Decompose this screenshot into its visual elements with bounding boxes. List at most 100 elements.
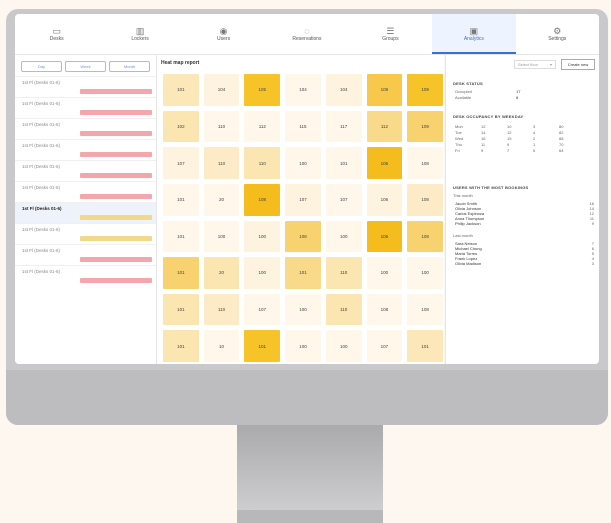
floor-row[interactable]: 1st Fl (Desks 01-6) <box>15 202 156 223</box>
tab-analytics[interactable]: ▣ Analytics <box>432 14 516 54</box>
summary-title: DESK STATUS <box>453 81 483 86</box>
users-group2-label: Last month <box>453 233 473 238</box>
desk-cell[interactable]: 106 <box>366 220 403 253</box>
desk-cell[interactable]: 104 <box>325 74 362 106</box>
floor-row[interactable]: 1st Fl (Desks 01-6) <box>15 97 156 118</box>
desk-cell[interactable]: 104 <box>285 74 321 106</box>
desk-cell[interactable]: 109 <box>407 110 443 143</box>
desk-cell[interactable]: 107 <box>325 183 362 216</box>
desk-cell[interactable]: 20 <box>203 257 240 289</box>
desk-cell[interactable]: 101 <box>407 330 443 362</box>
desk-cell[interactable]: 108 <box>366 293 403 326</box>
desk-cell[interactable]: 101 <box>163 257 199 289</box>
desk-cell[interactable]: 107 <box>244 293 281 326</box>
tab-groups[interactable]: ☰ Groups <box>349 14 432 54</box>
tab-lockers[interactable]: ▥ Lockers <box>98 14 181 54</box>
tab-label: Settings <box>548 36 567 42</box>
floor-list: 1st Fl (Desks 01-6) 1st Fl (Desks 01-6) 1s… <box>15 76 156 286</box>
desk-cell[interactable]: 117 <box>325 110 362 143</box>
groups-icon: ☰ <box>386 26 395 36</box>
tab-reservations[interactable]: ◌ Reservations <box>265 14 348 54</box>
desk-cell[interactable]: 100 <box>244 257 281 289</box>
desk-cell[interactable]: 101 <box>285 257 321 289</box>
desk-cell[interactable]: 101 <box>163 330 199 362</box>
desk-cell[interactable]: 109 <box>407 74 443 106</box>
reservation-icon: ◌ <box>304 26 310 36</box>
desk-cell[interactable]: 110 <box>244 147 281 179</box>
desk-cell[interactable]: 108 <box>407 183 443 216</box>
desk-cell[interactable]: 104 <box>203 74 240 106</box>
desk-cell[interactable]: 112 <box>244 110 281 143</box>
desk-cell[interactable]: 100 <box>285 330 321 362</box>
desk-cell[interactable]: 100 <box>285 147 321 179</box>
desk-cell[interactable]: 109 <box>366 74 403 106</box>
tab-desks[interactable]: ▭ Desks <box>15 14 98 54</box>
desk-cell[interactable]: 101 <box>163 220 199 253</box>
desk-cell[interactable]: 102 <box>163 110 199 143</box>
desk-cell[interactable]: 106 <box>366 147 403 179</box>
monitor-frame: ▭ Desks ▥ Lockers ◉ Users ◌ Reservations ☰ Groups… <box>6 9 608 425</box>
floor-usage-bar <box>80 89 152 94</box>
desk-cell[interactable]: 100 <box>407 257 443 289</box>
desk-cell[interactable]: 108 <box>407 293 443 326</box>
period-day-button[interactable]: Day <box>21 61 62 72</box>
floor-row[interactable]: 1st Fl (Desks 01-6) <box>15 118 156 139</box>
desk-cell[interactable]: 101 <box>325 147 362 179</box>
floor-usage-bar <box>80 173 152 178</box>
desk-cell[interactable]: 100 <box>285 293 321 326</box>
desk-cell[interactable]: 108 <box>244 183 281 216</box>
occupancy-title: DESK OCCUPANCY BY WEEKDAY <box>453 114 524 119</box>
floor-row[interactable]: 1st Fl (Desks 01-6) <box>15 181 156 202</box>
desk-cell[interactable]: 101 <box>163 74 199 106</box>
floor-select[interactable]: Select floor ▾ <box>514 60 556 69</box>
desk-cell[interactable]: 100 <box>325 220 362 253</box>
desk-cell[interactable]: 101 <box>163 293 199 326</box>
desk-cell[interactable]: 110 <box>203 293 240 326</box>
floor-row[interactable]: 1st Fl (Desks 01-6) <box>15 244 156 265</box>
tab-label: Groups <box>382 36 399 42</box>
settings-icon: ⚙ <box>553 26 562 36</box>
tab-users[interactable]: ◉ Users <box>182 14 265 54</box>
occupancy-cell: 64 <box>559 148 564 153</box>
period-week-button[interactable]: Week <box>65 61 106 72</box>
desk-cell[interactable]: 20 <box>203 183 240 216</box>
occupancy-cell: 1 <box>533 142 536 147</box>
floor-row[interactable]: 1st Fl (Desks 01-6) <box>15 160 156 181</box>
desk-cell[interactable]: 10 <box>203 330 240 362</box>
desk-cell[interactable]: 100 <box>203 220 240 253</box>
desk-cell[interactable]: 110 <box>325 257 362 289</box>
desk-cell[interactable]: 107 <box>366 330 403 362</box>
floor-row[interactable]: 1st Fl (Desks 01-6) <box>15 265 156 286</box>
floor-row[interactable]: 1st Fl (Desks 01-6) <box>15 223 156 244</box>
desk-cell[interactable]: 106 <box>366 183 403 216</box>
period-month-button[interactable]: Month <box>109 61 150 72</box>
period-selector: Day Week Month <box>15 55 156 76</box>
desk-cell[interactable]: 110 <box>203 147 240 179</box>
desk-cell[interactable]: 108 <box>285 220 321 253</box>
desk-cell[interactable]: 108 <box>407 147 443 179</box>
occupancy-cell: Thu <box>455 142 462 147</box>
desk-cell[interactable]: 105 <box>244 74 281 106</box>
desk-cell[interactable]: 108 <box>407 220 443 253</box>
desk-cell[interactable]: 101 <box>244 330 281 362</box>
desk-cell[interactable]: 110 <box>325 293 362 326</box>
desk-cell[interactable]: 115 <box>285 110 321 143</box>
desk-cell[interactable]: 100 <box>366 257 403 289</box>
desk-cell[interactable]: 100 <box>325 330 362 362</box>
floor-label: 1st Fl (Desks 01-6) <box>22 101 61 106</box>
occupancy-cell: 3 <box>533 124 536 129</box>
floor-row[interactable]: 1st Fl (Desks 01-6) <box>15 76 156 97</box>
occupancy-cell: 2 <box>533 136 536 141</box>
desk-cell[interactable]: 112 <box>366 110 403 143</box>
tab-label: Reservations <box>292 36 322 42</box>
floor-row[interactable]: 1st Fl (Desks 01-6) <box>15 139 156 160</box>
desk-cell[interactable]: 107 <box>285 183 321 216</box>
tab-settings[interactable]: ⚙ Settings <box>516 14 599 54</box>
desk-cell[interactable]: 101 <box>163 183 199 216</box>
create-button[interactable]: Create new <box>561 59 595 70</box>
desk-cell[interactable]: 100 <box>244 220 281 253</box>
desk-cell[interactable]: 107 <box>163 147 199 179</box>
floor-select-label: Select floor <box>518 62 539 67</box>
desk-cell[interactable]: 110 <box>203 110 240 143</box>
occupancy-cell: 70 <box>559 142 564 147</box>
